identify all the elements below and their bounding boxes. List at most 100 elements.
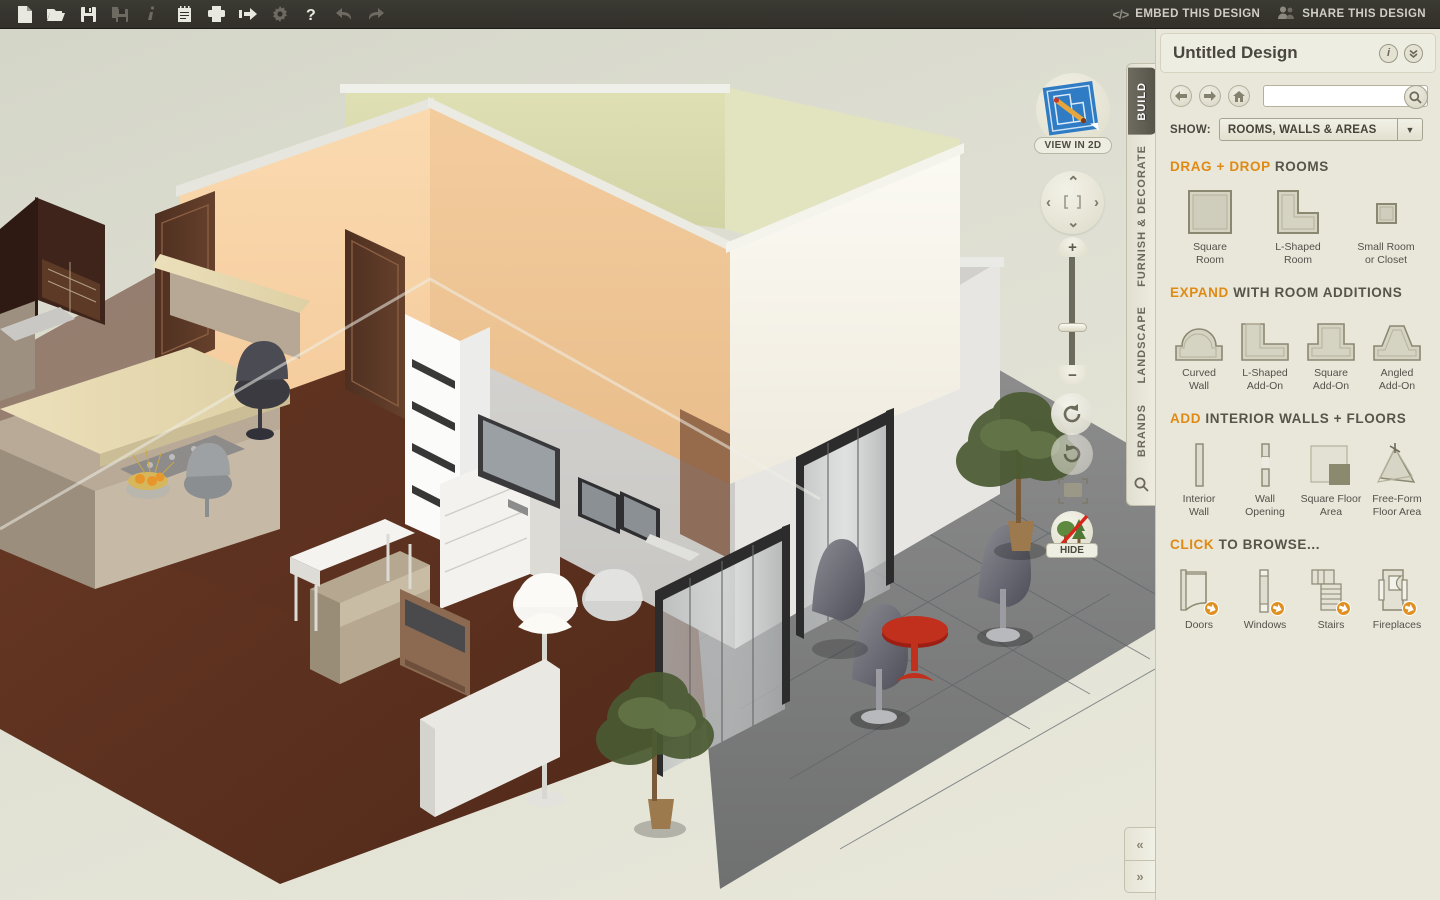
- square-addon-icon: [1304, 308, 1358, 362]
- pan-up-icon[interactable]: ⌃: [1067, 175, 1080, 190]
- browse-badge-icon[interactable]: [1402, 601, 1417, 616]
- view-in-2d-button[interactable]: [1036, 73, 1110, 147]
- design-canvas-3d[interactable]: VIEW IN 2D ⌃ ⌄ ‹ › + − HIDE: [0, 29, 1155, 900]
- rotate-clockwise-button[interactable]: [1051, 433, 1093, 475]
- pan-down-icon[interactable]: ⌄: [1067, 215, 1080, 230]
- panel-search-input[interactable]: [1263, 86, 1404, 106]
- item-small-room-or-closet[interactable]: Small Room or Closet: [1342, 182, 1430, 267]
- undo-icon[interactable]: [328, 1, 360, 28]
- item-angled-add-on[interactable]: Angled Add-On: [1364, 308, 1430, 393]
- pan-left-icon[interactable]: ‹: [1046, 195, 1051, 210]
- rail-tab-build[interactable]: BUILD: [1127, 68, 1156, 135]
- help-question-icon[interactable]: ?: [296, 1, 328, 28]
- section-title-highlight: DRAG + DROP: [1170, 159, 1271, 174]
- zoom-in-button[interactable]: +: [1058, 237, 1087, 257]
- save-icon[interactable]: [72, 1, 104, 28]
- stairs-icon: [1307, 560, 1355, 616]
- embed-design-button[interactable]: </> EMBED THIS DESIGN: [1112, 7, 1260, 22]
- open-folder-icon[interactable]: [40, 1, 72, 28]
- rail-tab-furnish-decorate[interactable]: FURNISH & DECORATE: [1136, 135, 1148, 297]
- nav-back-icon[interactable]: [1170, 85, 1192, 107]
- section-items: Square Room L-Shaped Room Small Room or …: [1166, 182, 1430, 267]
- show-select[interactable]: ROOMS, WALLS & AREAS ▼: [1218, 118, 1423, 141]
- item-wall-opening[interactable]: Wall Opening: [1232, 434, 1298, 519]
- mode-tab-rail: BUILD FURNISH & DECORATE LANDSCAPE BRAND…: [1126, 63, 1156, 506]
- item-curved-wall[interactable]: Curved Wall: [1166, 308, 1232, 393]
- main-toolbar: ? </> EMBED THIS DESIGN SHARE THIS DESIG…: [0, 0, 1440, 29]
- new-document-icon[interactable]: [8, 1, 40, 28]
- rotate-counterclockwise-button[interactable]: [1051, 393, 1093, 435]
- design-info-icon[interactable]: i: [1379, 43, 1398, 63]
- item-label: L-Shaped Add-On: [1242, 367, 1288, 392]
- l-shaped-room-icon: [1274, 182, 1322, 236]
- interior-wall-icon: [1184, 434, 1214, 488]
- item-square-room[interactable]: Square Room: [1166, 182, 1254, 267]
- item-label: L-Shaped Room: [1275, 241, 1321, 266]
- section-room-additions: EXPAND WITH ROOM ADDITIONS Curved Wall L…: [1156, 285, 1440, 393]
- section-title: CLICK TO BROWSE...: [1170, 537, 1430, 552]
- settings-gear-icon[interactable]: [264, 1, 296, 28]
- browse-badge-icon[interactable]: [1336, 601, 1351, 616]
- section-drag-drop-rooms: DRAG + DROP ROOMS Square Room L-Shaped R…: [1156, 159, 1440, 267]
- browse-badge-icon[interactable]: [1204, 601, 1219, 616]
- zoom-slider[interactable]: + −: [1056, 237, 1088, 385]
- item-windows[interactable]: Windows: [1232, 560, 1298, 632]
- section-title-rest: INTERIOR WALLS + FLOORS: [1205, 411, 1407, 426]
- recenter-view-icon[interactable]: [1064, 195, 1081, 209]
- pan-control[interactable]: ⌃ ⌄ ‹ ›: [1041, 171, 1104, 234]
- zoom-slider-handle[interactable]: [1058, 323, 1087, 332]
- panel-collapse-icon[interactable]: [1404, 43, 1423, 63]
- rail-tab-brands[interactable]: BRANDS: [1136, 394, 1148, 467]
- item-l-shaped-room[interactable]: L-Shaped Room: [1254, 182, 1342, 267]
- small-room-icon: [1362, 182, 1410, 236]
- chevron-down-icon[interactable]: ▼: [1396, 119, 1422, 140]
- design-title: Untitled Design: [1173, 43, 1298, 62]
- browse-badge-icon[interactable]: [1270, 601, 1285, 616]
- item-label: Square Room: [1193, 241, 1227, 266]
- item-interior-wall[interactable]: Interior Wall: [1166, 434, 1232, 519]
- notes-icon[interactable]: [168, 1, 200, 28]
- view-in-2d-label[interactable]: VIEW IN 2D: [1034, 137, 1112, 154]
- item-stairs[interactable]: Stairs: [1298, 560, 1364, 632]
- toolbar-icon-group: ?: [0, 1, 392, 28]
- square-floor-icon: [1308, 434, 1354, 488]
- item-label: Angled Add-On: [1378, 367, 1416, 392]
- item-fireplaces[interactable]: Fireplaces: [1364, 560, 1430, 632]
- item-label: Free-Form Floor Area: [1372, 493, 1422, 518]
- search-submit-icon[interactable]: [1403, 85, 1428, 109]
- info-icon[interactable]: [136, 1, 168, 28]
- nav-forward-icon[interactable]: [1198, 85, 1221, 107]
- hide-label[interactable]: HIDE: [1046, 543, 1098, 558]
- collapse-left-button[interactable]: «: [1124, 827, 1156, 860]
- share-design-button[interactable]: SHARE THIS DESIGN: [1278, 6, 1426, 22]
- item-label: Stairs: [1317, 619, 1345, 631]
- export-arrow-icon[interactable]: [232, 1, 264, 28]
- item-doors[interactable]: Doors: [1166, 560, 1232, 632]
- pan-right-icon[interactable]: ›: [1094, 195, 1099, 210]
- zoom-out-button[interactable]: −: [1058, 365, 1087, 385]
- item-free-form-floor-area[interactable]: Free-Form Floor Area: [1364, 434, 1430, 519]
- save-as-icon[interactable]: [104, 1, 136, 28]
- rail-search-icon[interactable]: [1134, 477, 1149, 497]
- square-room-icon: [1186, 182, 1234, 236]
- section-title: ADD INTERIOR WALLS + FLOORS: [1170, 411, 1430, 426]
- section-title-highlight: CLICK: [1170, 537, 1215, 552]
- section-title-rest: ROOMS: [1274, 159, 1329, 174]
- section-items: Interior Wall Wall Opening Square Floor …: [1166, 434, 1430, 519]
- item-l-shaped-add-on[interactable]: L-Shaped Add-On: [1232, 308, 1298, 393]
- code-brackets-icon: </>: [1112, 6, 1129, 22]
- angled-addon-icon: [1370, 308, 1424, 362]
- show-label: SHOW:: [1170, 123, 1211, 136]
- nav-home-icon[interactable]: [1227, 85, 1250, 107]
- panel-search-box[interactable]: [1262, 85, 1428, 109]
- item-square-floor-area[interactable]: Square Floor Area: [1298, 434, 1364, 519]
- redo-icon[interactable]: [360, 1, 392, 28]
- crop-screen-button[interactable]: [1057, 477, 1089, 505]
- item-square-add-on[interactable]: Square Add-On: [1298, 308, 1364, 393]
- section-title: DRAG + DROP ROOMS: [1170, 159, 1430, 174]
- zoom-slider-track[interactable]: [1069, 251, 1075, 371]
- collapse-right-button[interactable]: »: [1124, 860, 1156, 893]
- print-icon[interactable]: [200, 1, 232, 28]
- share-design-label: SHARE THIS DESIGN: [1302, 8, 1426, 20]
- rail-tab-landscape[interactable]: LANDSCAPE: [1136, 296, 1148, 393]
